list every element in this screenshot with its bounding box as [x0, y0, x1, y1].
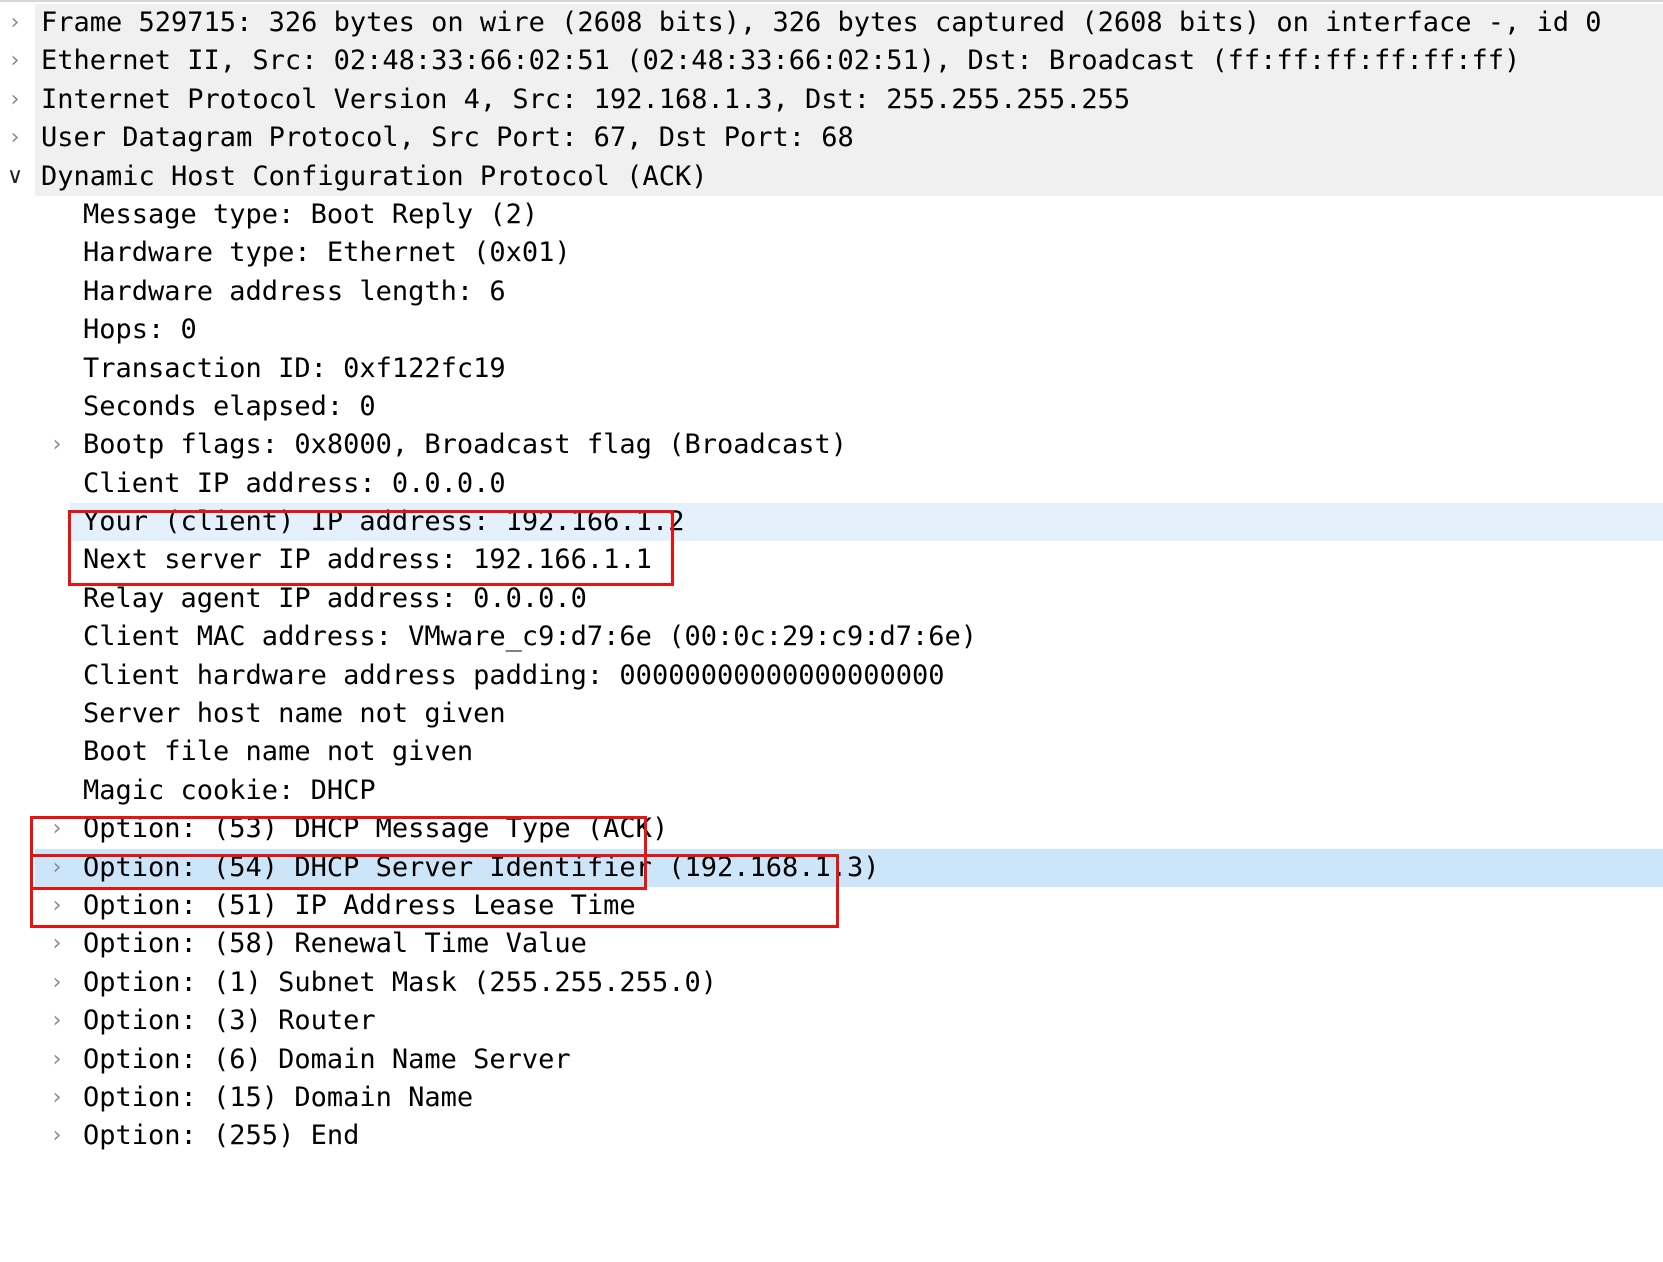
tree-row-label: Option: (6) Domain Name Server [83, 1043, 571, 1075]
tree-row[interactable]: › Option: (53) DHCP Message Type (ACK) [0, 810, 1663, 848]
tree-row[interactable]: › Option: (15) Domain Name [0, 1079, 1663, 1117]
tree-row-label: Client IP address: 0.0.0.0 [83, 467, 506, 499]
tree-row[interactable]: Server host name not given [0, 695, 1663, 733]
tree-row-label: Option: (15) Domain Name [83, 1081, 474, 1113]
tree-row[interactable]: › Option: (1) Subnet Mask (255.255.255.0) [0, 964, 1663, 1002]
tree-row[interactable]: › Option: (51) IP Address Lease Time [0, 887, 1663, 925]
tree-row-label: Option: (3) Router [83, 1005, 376, 1037]
tree-row[interactable]: Client IP address: 0.0.0.0 [0, 465, 1663, 503]
tree-row-label: Client MAC address: VMware_c9:d7:6e (00:… [83, 621, 978, 653]
tree-row[interactable]: Hardware address length: 6 [0, 273, 1663, 311]
tree-row[interactable]: › User Datagram Protocol, Src Port: 67, D… [0, 119, 1663, 158]
tree-row[interactable]: › Bootp flags: 0x8000, Broadcast flag (Br… [0, 426, 1663, 464]
tree-row-label: Relay agent IP address: 0.0.0.0 [83, 582, 587, 614]
tree-row[interactable]: Client MAC address: VMware_c9:d7:6e (00:… [0, 618, 1663, 656]
tree-row[interactable]: Magic cookie: DHCP [0, 772, 1663, 810]
tree-row-label: Seconds elapsed: 0 [83, 390, 376, 422]
tree-row-label: Message type: Boot Reply (2) [83, 198, 539, 230]
tree-row-label: Hardware type: Ethernet (0x01) [83, 237, 571, 269]
tree-row[interactable]: › Ethernet II, Src: 02:48:33:66:02:51 (02… [0, 42, 1663, 82]
tree-row-label: Your (client) IP address: 192.166.1.2 [83, 506, 685, 538]
tree-row[interactable]: Seconds elapsed: 0 [0, 388, 1663, 426]
tree-row[interactable]: Hops: 0 [0, 311, 1663, 349]
protocol-tree[interactable]: › Frame 529715: 326 bytes on wire (2608 b… [0, 4, 1663, 1156]
tree-row-label: Option: (1) Subnet Mask (255.255.255.0) [83, 966, 717, 998]
tree-row-label: User Datagram Protocol, Src Port: 67, Ds… [41, 122, 854, 154]
tree-row[interactable]: ∨ Dynamic Host Configuration Protocol (AC… [0, 157, 1663, 197]
tree-row[interactable]: › Internet Protocol Version 4, Src: 192.1… [0, 80, 1663, 120]
tree-row[interactable]: Hardware type: Ethernet (0x01) [0, 234, 1663, 272]
tree-row[interactable]: Boot file name not given [0, 733, 1663, 771]
tree-row[interactable]: › Frame 529715: 326 bytes on wire (2608 b… [0, 4, 1663, 43]
tree-row[interactable]: › Option: (54) DHCP Server Identifier (19… [0, 848, 1663, 888]
tree-row-label: Next server IP address: 192.166.1.1 [83, 544, 652, 576]
tree-row-label: Server host name not given [83, 698, 506, 730]
tree-row-label: Option: (54) DHCP Server Identifier (192… [83, 851, 880, 883]
tree-row-label: Option: (53) DHCP Message Type (ACK) [83, 813, 669, 845]
tree-row-label: Hardware address length: 6 [83, 275, 506, 307]
tree-row[interactable]: › Option: (6) Domain Name Server [0, 1041, 1663, 1079]
tree-row[interactable]: › Option: (3) Router [0, 1002, 1663, 1040]
tree-row-label: Ethernet II, Src: 02:48:33:66:02:51 (02:… [41, 45, 1521, 77]
packet-details-pane[interactable]: › Frame 529715: 326 bytes on wire (2608 b… [0, 0, 1663, 1262]
tree-row[interactable]: › Option: (255) End [0, 1117, 1663, 1155]
tree-row-label: Client hardware address padding: 0000000… [83, 659, 945, 691]
tree-row[interactable]: Message type: Boot Reply (2) [0, 196, 1663, 234]
tree-row[interactable]: Next server IP address: 192.166.1.1 [0, 541, 1663, 579]
tree-row[interactable]: › Option: (58) Renewal Time Value [0, 925, 1663, 963]
tree-row-label: Transaction ID: 0xf122fc19 [83, 352, 506, 384]
tree-row-label: Bootp flags: 0x8000, Broadcast flag (Bro… [83, 429, 848, 461]
tree-row-label: Option: (51) IP Address Lease Time [83, 889, 636, 921]
tree-row-label: Option: (58) Renewal Time Value [83, 928, 587, 960]
tree-row-label: Dynamic Host Configuration Protocol (ACK… [41, 160, 708, 192]
pane-top-divider [0, 0, 1663, 2]
tree-row[interactable]: Transaction ID: 0xf122fc19 [0, 350, 1663, 388]
tree-row[interactable]: Relay agent IP address: 0.0.0.0 [0, 580, 1663, 618]
tree-row-label: Internet Protocol Version 4, Src: 192.16… [41, 83, 1131, 115]
tree-row-label: Boot file name not given [83, 736, 474, 768]
tree-row-label: Frame 529715: 326 bytes on wire (2608 bi… [41, 7, 1602, 38]
tree-row-label: Hops: 0 [83, 314, 197, 346]
tree-row-label: Magic cookie: DHCP [83, 774, 376, 806]
tree-row[interactable]: Client hardware address padding: 0000000… [0, 657, 1663, 695]
tree-row[interactable]: Your (client) IP address: 192.166.1.2 [0, 503, 1663, 542]
tree-row-label: Option: (255) End [83, 1120, 360, 1152]
